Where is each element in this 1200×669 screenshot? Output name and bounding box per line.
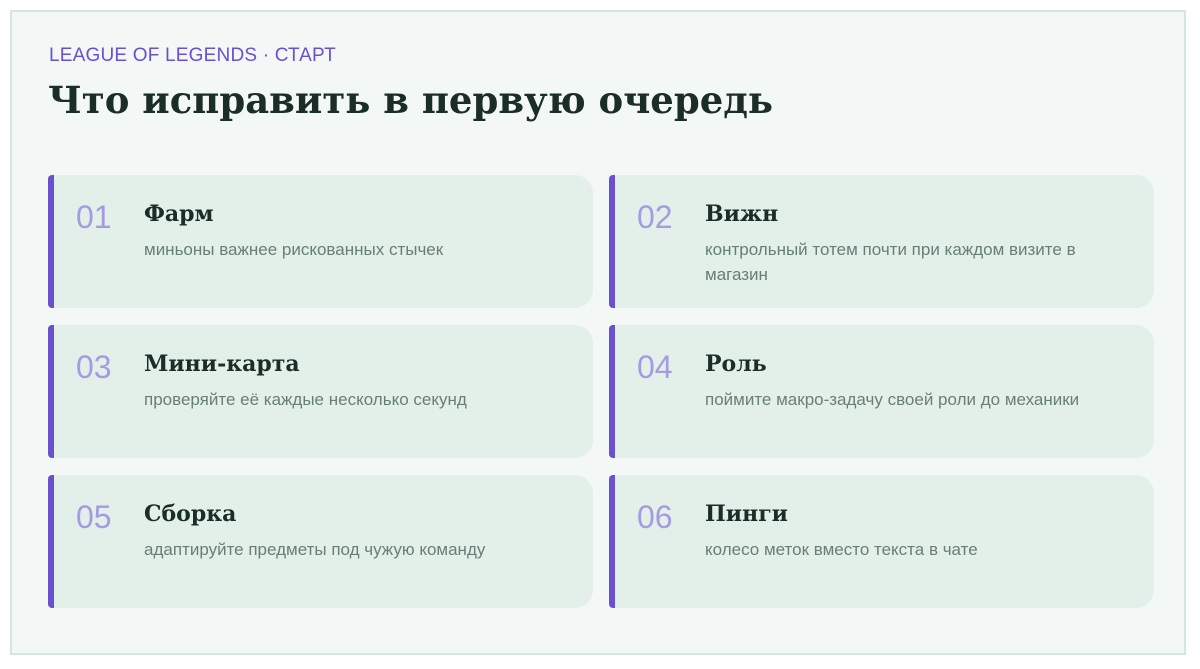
tip-description: колесо меток вместо текста в чате [705, 540, 978, 559]
tip-description: контрольный тотем почти при каждом визит… [705, 240, 1076, 284]
tip-card: 03 Мини-карта проверяйте её каждые неско… [48, 325, 593, 458]
tip-title: Пинги [705, 501, 788, 527]
tip-number: 04 [637, 349, 673, 385]
tip-description: поймите макро-задачу своей роли до механ… [705, 390, 1080, 409]
slide-frame: LEAGUE OF LEGENDS · СТАРТ Что исправить … [10, 10, 1186, 655]
tip-title: Мини-карта [144, 351, 300, 377]
tip-title: Сборка [144, 501, 237, 527]
page-title: Что исправить в первую очередь [48, 78, 774, 122]
tip-card: 04 Роль поймите макро-задачу своей роли … [609, 325, 1154, 458]
tip-title: Фарм [144, 201, 214, 227]
tip-number: 05 [76, 499, 112, 535]
tip-card: 01 Фарм миньоны важнее рискованных стыче… [48, 175, 593, 308]
tip-title: Вижн [705, 201, 779, 227]
tip-card: 06 Пинги колесо меток вместо текста в ча… [609, 475, 1154, 608]
tip-title: Роль [705, 351, 767, 377]
tip-number: 03 [76, 349, 112, 385]
tip-description: миньоны важнее рискованных стычек [144, 240, 444, 259]
tip-card: 05 Сборка адаптируйте предметы под чужую… [48, 475, 593, 608]
kicker-label: LEAGUE OF LEGENDS · СТАРТ [49, 45, 336, 66]
tip-description: адаптируйте предметы под чужую команду [144, 540, 486, 559]
tip-card: 02 Вижн контрольный тотем почти при кажд… [609, 175, 1154, 308]
tips-grid: 01 Фарм миньоны важнее рискованных стыче… [48, 175, 1154, 608]
tip-number: 02 [637, 199, 673, 235]
tip-description: проверяйте её каждые несколько секунд [144, 390, 467, 409]
tip-number: 06 [637, 499, 673, 535]
tip-number: 01 [76, 199, 112, 235]
